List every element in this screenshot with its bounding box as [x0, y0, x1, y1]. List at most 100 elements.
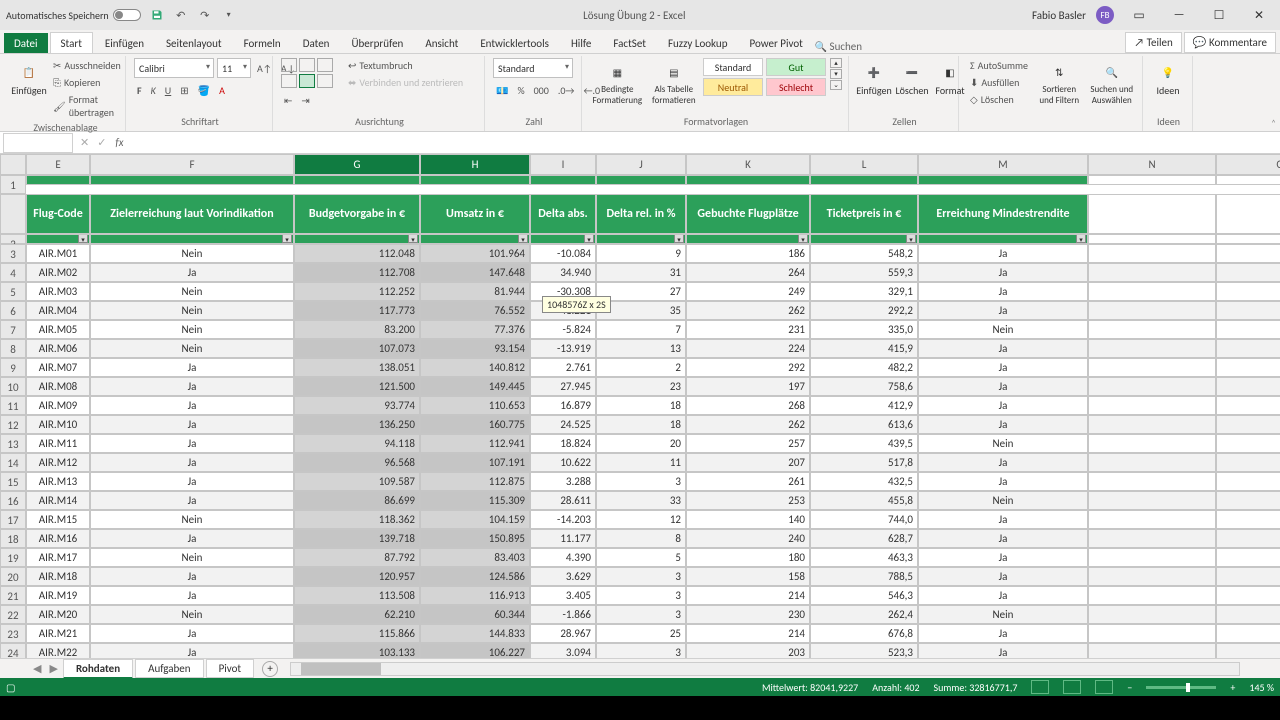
cell[interactable]: Ja: [918, 377, 1088, 396]
cell[interactable]: 224: [686, 339, 810, 358]
cell[interactable]: 81.944: [420, 282, 530, 301]
cell[interactable]: 16.879: [530, 396, 596, 415]
col-header-F[interactable]: F: [90, 154, 294, 175]
tell-me-search[interactable]: Suchen: [815, 40, 995, 53]
cell[interactable]: 139.718: [294, 529, 420, 548]
cell[interactable]: 107.073: [294, 339, 420, 358]
tab-daten[interactable]: Daten: [293, 33, 340, 53]
cell[interactable]: 613,6: [810, 415, 918, 434]
horizontal-scrollbar[interactable]: [290, 662, 1240, 676]
row-header-4[interactable]: 4: [0, 263, 26, 282]
row-header-13[interactable]: 13: [0, 434, 26, 453]
number-format-select[interactable]: Standard: [493, 58, 573, 78]
view-layout-icon[interactable]: [1063, 680, 1081, 694]
cell[interactable]: 186: [686, 244, 810, 263]
cell[interactable]: Ja: [90, 624, 294, 643]
filter-dropdown[interactable]: ▾: [810, 234, 918, 244]
cell[interactable]: 12: [596, 510, 686, 529]
row-header-1[interactable]: 1: [0, 175, 26, 194]
zoom-slider[interactable]: [1146, 686, 1216, 689]
zoom-in-icon[interactable]: +: [1230, 681, 1235, 694]
row-header-7[interactable]: 7: [0, 320, 26, 339]
row-header-15[interactable]: 15: [0, 472, 26, 491]
wrap-text-button[interactable]: ↩ Textumbruch: [345, 58, 466, 73]
cell[interactable]: 158: [686, 567, 810, 586]
cell[interactable]: 3: [596, 472, 686, 491]
increase-font-icon[interactable]: A↑: [254, 61, 275, 76]
cell[interactable]: 180: [686, 548, 810, 567]
cell[interactable]: AIR.M15: [26, 510, 90, 529]
cell[interactable]: 548,2: [810, 244, 918, 263]
cell[interactable]: 335,0: [810, 320, 918, 339]
cell[interactable]: AIR.M17: [26, 548, 90, 567]
filter-dropdown[interactable]: ▾: [596, 234, 686, 244]
filter-dropdown[interactable]: ▾: [420, 234, 530, 244]
cell[interactable]: AIR.M09: [26, 396, 90, 415]
tab-hilfe[interactable]: Hilfe: [561, 33, 601, 53]
cell[interactable]: Nein: [90, 510, 294, 529]
cell[interactable]: 124.586: [420, 567, 530, 586]
tab-ueberpruefen[interactable]: Überprüfen: [341, 33, 413, 53]
cell[interactable]: 628,7: [810, 529, 918, 548]
cell[interactable]: 112.875: [420, 472, 530, 491]
col-header-L[interactable]: L: [810, 154, 918, 175]
style-gut[interactable]: Gut: [766, 58, 826, 76]
filter-dropdown[interactable]: ▾: [918, 234, 1088, 244]
format-as-table-button[interactable]: ▤Als Tabelle formatieren: [649, 58, 699, 108]
cell[interactable]: 24.525: [530, 415, 596, 434]
cell[interactable]: 31: [596, 263, 686, 282]
cell[interactable]: 744,0: [810, 510, 918, 529]
cell[interactable]: 261: [686, 472, 810, 491]
cell[interactable]: 117.773: [294, 301, 420, 320]
cell[interactable]: Nein: [90, 244, 294, 263]
cell[interactable]: 230: [686, 605, 810, 624]
cell[interactable]: Nein: [90, 339, 294, 358]
styles-scroll[interactable]: ▴▾⌄: [830, 58, 842, 90]
cell[interactable]: 93.774: [294, 396, 420, 415]
cell[interactable]: 262,4: [810, 605, 918, 624]
cell[interactable]: 463,3: [810, 548, 918, 567]
cell[interactable]: Ja: [918, 415, 1088, 434]
cell[interactable]: Ja: [918, 396, 1088, 415]
cell[interactable]: 18.824: [530, 434, 596, 453]
cell[interactable]: Ja: [918, 244, 1088, 263]
user-avatar[interactable]: FB: [1096, 6, 1114, 24]
cell[interactable]: 140.812: [420, 358, 530, 377]
cell[interactable]: 412,9: [810, 396, 918, 415]
cell[interactable]: 11: [596, 453, 686, 472]
merge-button[interactable]: ⬌ Verbinden und zentrieren: [345, 75, 466, 90]
cell[interactable]: 110.653: [420, 396, 530, 415]
sort-filter-button[interactable]: ⇅Sortieren und Filtern: [1035, 58, 1084, 108]
share-button[interactable]: Teilen: [1125, 32, 1181, 53]
percent-icon[interactable]: %: [514, 83, 527, 98]
cell[interactable]: 268: [686, 396, 810, 415]
filter-dropdown[interactable]: ▾: [530, 234, 596, 244]
sheet-tab-rohdaten[interactable]: Rohdaten: [63, 659, 133, 679]
row-header-16[interactable]: 16: [0, 491, 26, 510]
cell[interactable]: AIR.M22: [26, 643, 90, 658]
cell[interactable]: 112.708: [294, 263, 420, 282]
name-box[interactable]: [3, 133, 73, 153]
cell[interactable]: 103.133: [294, 643, 420, 658]
cell[interactable]: 112.252: [294, 282, 420, 301]
cell[interactable]: 262: [686, 415, 810, 434]
cell[interactable]: Ja: [90, 586, 294, 605]
cell[interactable]: 83.403: [420, 548, 530, 567]
worksheet[interactable]: EFGHIJKLMNO1Flug-CodeZielerreichung laut…: [0, 154, 1280, 658]
minimize-icon[interactable]: —: [1164, 3, 1194, 27]
col-header-J[interactable]: J: [596, 154, 686, 175]
cell[interactable]: Ja: [918, 282, 1088, 301]
cell[interactable]: Nein: [90, 282, 294, 301]
cell[interactable]: Nein: [918, 605, 1088, 624]
maximize-icon[interactable]: ☐: [1204, 3, 1234, 27]
cell[interactable]: 197: [686, 377, 810, 396]
cell[interactable]: Ja: [918, 643, 1088, 658]
cell[interactable]: 77.376: [420, 320, 530, 339]
cell[interactable]: 3.094: [530, 643, 596, 658]
sheet-nav-prev[interactable]: ◀: [30, 662, 44, 675]
filter-dropdown[interactable]: ▾: [90, 234, 294, 244]
cell[interactable]: 5: [596, 548, 686, 567]
cell[interactable]: 3: [596, 643, 686, 658]
find-select-button[interactable]: 🔍Suchen und Auswählen: [1087, 58, 1136, 108]
cell[interactable]: Ja: [90, 529, 294, 548]
